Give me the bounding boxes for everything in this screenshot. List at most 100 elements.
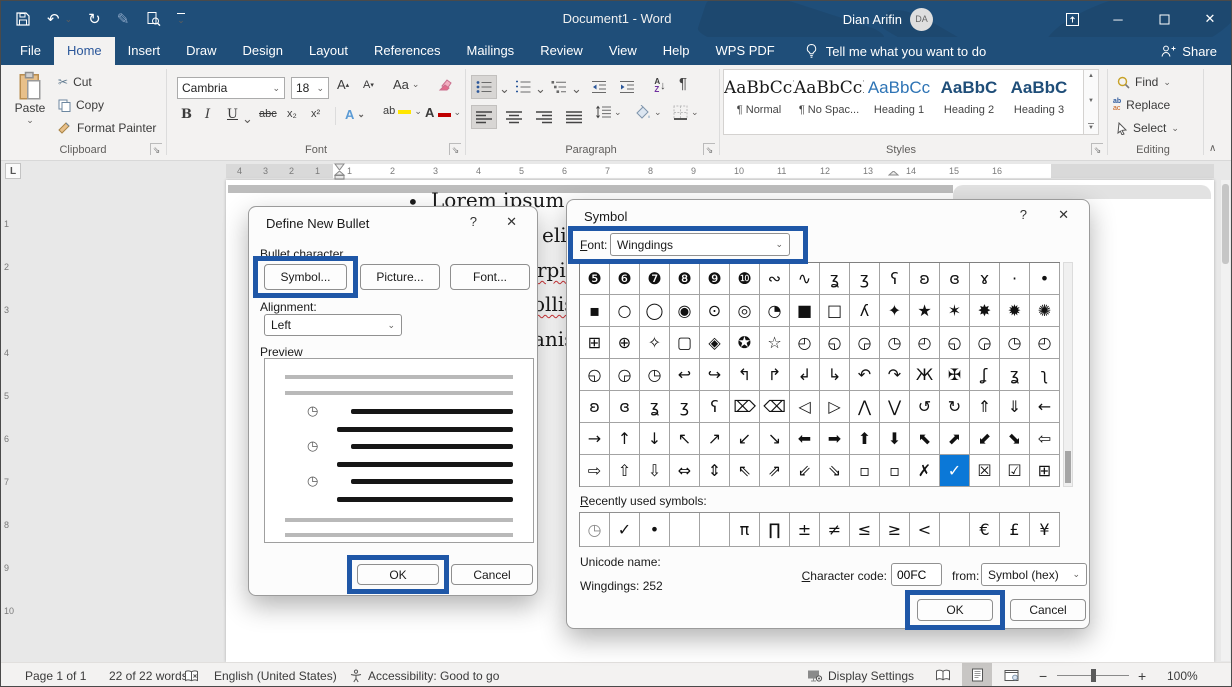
symbol-cell[interactable]: ▢ <box>670 327 700 359</box>
recent-symbol-cell[interactable]: ≤ <box>850 513 880 547</box>
horizontal-ruler[interactable]: 4321 12345678910111213141516 <box>226 164 1214 178</box>
tab-wps-pdf[interactable]: WPS PDF <box>703 37 788 65</box>
close-button[interactable]: ✕ <box>1187 1 1232 37</box>
symbol-cell[interactable]: ◈ <box>700 327 730 359</box>
paste-button[interactable]: Paste ⌄ <box>9 69 51 141</box>
symbol-cell[interactable]: ʒ <box>850 263 880 295</box>
symbol-cell[interactable]: ◷ <box>640 359 670 391</box>
strikethrough-button[interactable]: abc <box>259 108 277 120</box>
recent-symbol-cell[interactable]: < <box>910 513 940 547</box>
cut-button[interactable]: ✂ Cut <box>58 75 92 89</box>
tab-selector[interactable]: L <box>5 163 21 179</box>
font-family-combo[interactable]: Cambria ⌄ <box>177 77 285 99</box>
copy-button[interactable]: Copy <box>58 98 104 112</box>
recent-symbol-cell[interactable]: ≥ <box>880 513 910 547</box>
recent-symbol-cell[interactable]: ¥ <box>1030 513 1060 547</box>
symbol-cell[interactable]: ↶ <box>850 359 880 391</box>
symbol-cell[interactable]: ▪ <box>580 295 610 327</box>
symbol-cell[interactable]: ✪ <box>730 327 760 359</box>
tab-file[interactable]: File <box>7 37 54 65</box>
symbol-cell[interactable]: ↻ <box>940 391 970 423</box>
symbol-cell[interactable]: ◴ <box>910 327 940 359</box>
symbol-cell[interactable]: ■ <box>790 295 820 327</box>
symbol-cell[interactable]: ◵ <box>820 327 850 359</box>
increase-indent-button[interactable] <box>615 75 639 99</box>
symbol-grid-scrollbar-thumb[interactable] <box>1065 451 1071 483</box>
tab-layout[interactable]: Layout <box>296 37 361 65</box>
tab-draw[interactable]: Draw <box>173 37 229 65</box>
highlight-dropdown-icon[interactable]: ⌄ <box>414 106 422 117</box>
symbol-cell[interactable]: ↖ <box>670 423 700 455</box>
symbol-cell[interactable]: ◷ <box>1000 327 1030 359</box>
character-code-input[interactable] <box>891 563 942 586</box>
symbol-cell[interactable]: □ <box>820 295 850 327</box>
symbol-cell[interactable]: ▫ <box>880 455 910 487</box>
symbol-cell[interactable]: ◶ <box>850 327 880 359</box>
symbol-cell[interactable]: ⊙ <box>700 295 730 327</box>
word-count[interactable]: 22 of 22 words <box>109 663 188 687</box>
symbol-cell[interactable]: ★ <box>910 295 940 327</box>
zoom-in-button[interactable]: + <box>1138 663 1146 687</box>
symbol-cell[interactable]: ⇕ <box>700 455 730 487</box>
symbol-cell[interactable]: ☒ <box>970 455 1000 487</box>
font-dialog-launcher-icon[interactable]: ⇘ <box>449 143 461 155</box>
recent-symbol-cell[interactable] <box>940 513 970 547</box>
paste-dropdown-icon[interactable]: ⌄ <box>9 115 51 126</box>
symbol-cell[interactable]: ʕ <box>700 391 730 423</box>
symbol-cell[interactable]: ☑ <box>1000 455 1030 487</box>
symbol-cancel-button[interactable]: Cancel <box>1010 599 1086 621</box>
symbol-cell[interactable]: ⬆ <box>850 423 880 455</box>
recent-symbol-cell[interactable]: ✓ <box>610 513 640 547</box>
style-item-5[interactable]: AaBbCHeading 3 <box>1004 70 1074 128</box>
symbol-cell[interactable]: ʎ <box>850 295 880 327</box>
symbol-cell[interactable]: ◶ <box>610 359 640 391</box>
tab-mailings[interactable]: Mailings <box>454 37 528 65</box>
change-case-button[interactable]: Aa ⌄ <box>393 77 419 92</box>
tab-help[interactable]: Help <box>650 37 703 65</box>
tab-review[interactable]: Review <box>527 37 596 65</box>
symbol-cell[interactable]: ⇩ <box>640 455 670 487</box>
avatar[interactable]: DA <box>910 8 933 31</box>
help-icon[interactable]: ? <box>470 214 477 229</box>
recent-symbol-cell[interactable]: £ <box>1000 513 1030 547</box>
symbol-cell[interactable]: ↩ <box>670 359 700 391</box>
symbol-cell[interactable]: ○ <box>610 295 640 327</box>
tab-insert[interactable]: Insert <box>115 37 174 65</box>
replace-button[interactable]: abac Replace <box>1113 98 1170 112</box>
zoom-slider[interactable] <box>1057 663 1129 687</box>
italic-button[interactable]: I <box>205 107 210 122</box>
symbol-cell[interactable]: ✓ <box>940 455 970 487</box>
recent-symbol-cell[interactable]: ≠ <box>820 513 850 547</box>
symbol-cell[interactable]: ⬈ <box>940 423 970 455</box>
symbol-cell[interactable]: ⇗ <box>760 455 790 487</box>
symbol-cell[interactable]: ↪ <box>700 359 730 391</box>
font-button[interactable]: Font... <box>450 264 530 290</box>
tab-home[interactable]: Home <box>54 37 115 65</box>
subscript-button[interactable]: x₂ <box>287 108 297 120</box>
symbol-cell[interactable]: ⇓ <box>1000 391 1030 423</box>
symbol-cell[interactable]: ↲ <box>790 359 820 391</box>
symbol-cell[interactable]: ✶ <box>940 295 970 327</box>
zoom-slider-thumb[interactable] <box>1091 669 1096 682</box>
symbol-cell[interactable]: ❻ <box>610 263 640 295</box>
symbol-grid-scrollbar[interactable] <box>1063 262 1073 487</box>
shrink-font-button[interactable]: A▾ <box>363 79 374 91</box>
define-bullet-cancel-button[interactable]: Cancel <box>451 564 533 585</box>
print-layout-button[interactable] <box>962 663 992 687</box>
bold-button[interactable]: B <box>181 107 192 122</box>
symbol-cell[interactable]: → <box>580 423 610 455</box>
symbol-cell[interactable]: ⌫ <box>760 391 790 423</box>
symbol-cell[interactable]: ⇘ <box>820 455 850 487</box>
symbol-cell[interactable]: ◴ <box>1030 327 1060 359</box>
multilevel-dropdown-icon[interactable]: ⌄ <box>571 81 582 97</box>
grow-font-button[interactable]: A▴ <box>337 77 349 92</box>
find-dropdown-icon[interactable]: ⌄ <box>1163 77 1171 88</box>
symbol-cell[interactable]: ☆ <box>760 327 790 359</box>
shading-button[interactable]: ⌄ <box>635 105 662 120</box>
collapse-ribbon-icon[interactable]: ∧ <box>1209 143 1216 154</box>
font-size-combo[interactable]: 18 ⌄ <box>291 77 329 99</box>
symbol-cell[interactable]: ◶ <box>970 327 1000 359</box>
symbol-cell[interactable]: ✗ <box>910 455 940 487</box>
account-area[interactable]: Dian Arifin DA <box>843 1 933 37</box>
numbering-dropdown-icon[interactable]: ⌄ <box>535 81 546 97</box>
